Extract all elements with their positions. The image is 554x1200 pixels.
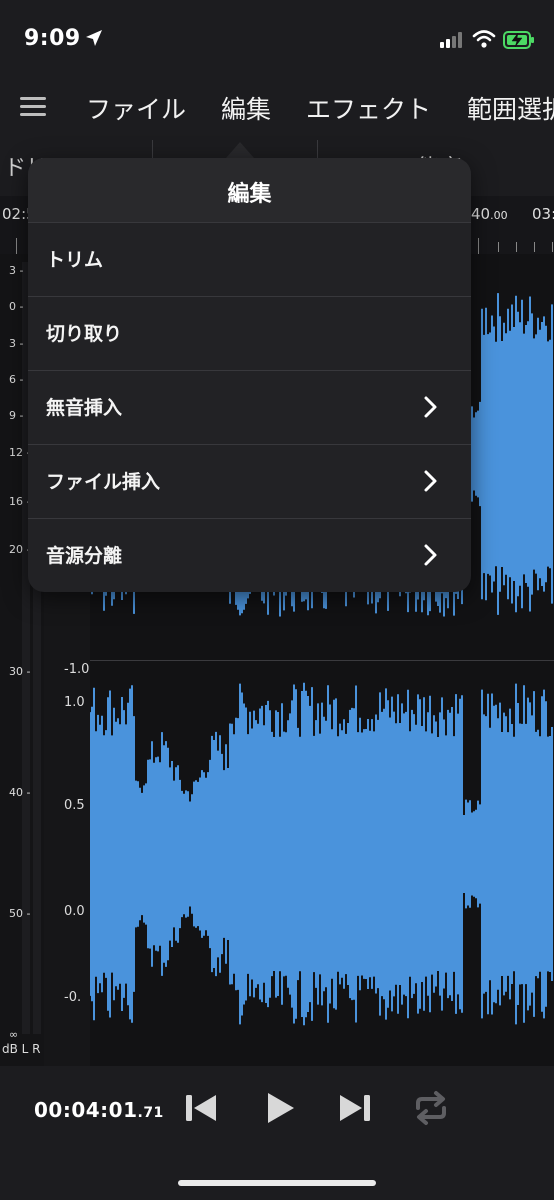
timeline-tick	[516, 242, 517, 252]
popover-item-trim[interactable]: トリム	[28, 222, 471, 297]
popover-item-insert-file[interactable]: ファイル挿入	[28, 444, 471, 519]
timeline-mid-frac: .00	[490, 209, 508, 222]
playback-time-frac: .71	[137, 1105, 164, 1121]
timeline-mid-main: 40	[471, 205, 491, 223]
edit-popover: 編集 トリム 切り取り 無音挿入 ファイル挿入 音源分離	[28, 158, 471, 592]
chevron-right-icon	[424, 396, 437, 418]
amp-label: -1.0	[64, 662, 90, 677]
channel-separator	[90, 660, 554, 661]
cellular-signal-icon	[440, 32, 462, 48]
db-label: ∞	[9, 1028, 19, 1041]
db-label: 3 -	[9, 337, 24, 350]
battery-charging-icon	[503, 31, 534, 49]
chevron-right-icon	[424, 544, 437, 566]
popover-arrow	[226, 142, 254, 158]
popover-item-insert-silence[interactable]: 無音挿入	[28, 370, 471, 445]
db-label: 6 -	[9, 373, 24, 386]
timeline-label-mid: 40.00	[471, 205, 508, 223]
popover-item-label: ファイル挿入	[46, 471, 161, 493]
timeline-tick	[16, 238, 17, 254]
db-label: 40 -	[9, 786, 31, 799]
db-label: 30 -	[9, 665, 31, 678]
playback-time-main: 00:04:01	[34, 1098, 138, 1122]
status-clock: 9:09	[24, 26, 81, 51]
skip-back-button[interactable]	[182, 1090, 222, 1126]
timeline-label-right: 03:	[532, 205, 554, 223]
menu-select-range[interactable]: 範囲選択	[467, 90, 554, 126]
hamburger-menu-icon[interactable]	[20, 97, 46, 117]
wifi-icon	[472, 30, 496, 48]
db-label: 0 -	[9, 300, 24, 313]
playback-time: 00:04:01.71	[34, 1098, 164, 1122]
timeline-tick	[498, 242, 499, 252]
popover-title: 編集	[227, 182, 272, 207]
home-indicator	[178, 1180, 376, 1186]
amp-label: -0.	[64, 990, 82, 1005]
popover-item-label: 無音挿入	[46, 397, 123, 419]
db-label: 50 -	[9, 907, 31, 920]
location-arrow-icon	[86, 30, 102, 46]
amp-label: 1.0	[64, 695, 85, 710]
popover-item-cut[interactable]: 切り取り	[28, 296, 471, 371]
menu-effect[interactable]: エフェクト	[306, 90, 431, 126]
menu-file[interactable]: ファイル	[86, 90, 186, 126]
popover-item-label: トリム	[46, 249, 104, 271]
skip-forward-button[interactable]	[334, 1090, 374, 1126]
popover-item-label: 音源分離	[46, 545, 123, 567]
amp-label: 0.5	[64, 798, 85, 813]
loop-button[interactable]	[410, 1090, 452, 1126]
popover-item-source-separation[interactable]: 音源分離	[28, 518, 471, 592]
chevron-right-icon	[424, 470, 437, 492]
waveform-channel	[90, 682, 553, 1026]
db-label: 9 -	[9, 409, 24, 422]
timeline-tick	[552, 242, 553, 252]
popover-item-label: 切り取り	[46, 323, 123, 345]
db-label: 3 -	[9, 264, 24, 277]
play-button[interactable]	[260, 1088, 300, 1128]
menu-edit[interactable]: 編集	[221, 90, 271, 126]
meter-footer-label: dB L R	[2, 1042, 41, 1056]
timeline-tick	[478, 238, 479, 254]
amp-label: 0.0	[64, 904, 85, 919]
timeline-tick	[534, 242, 535, 252]
